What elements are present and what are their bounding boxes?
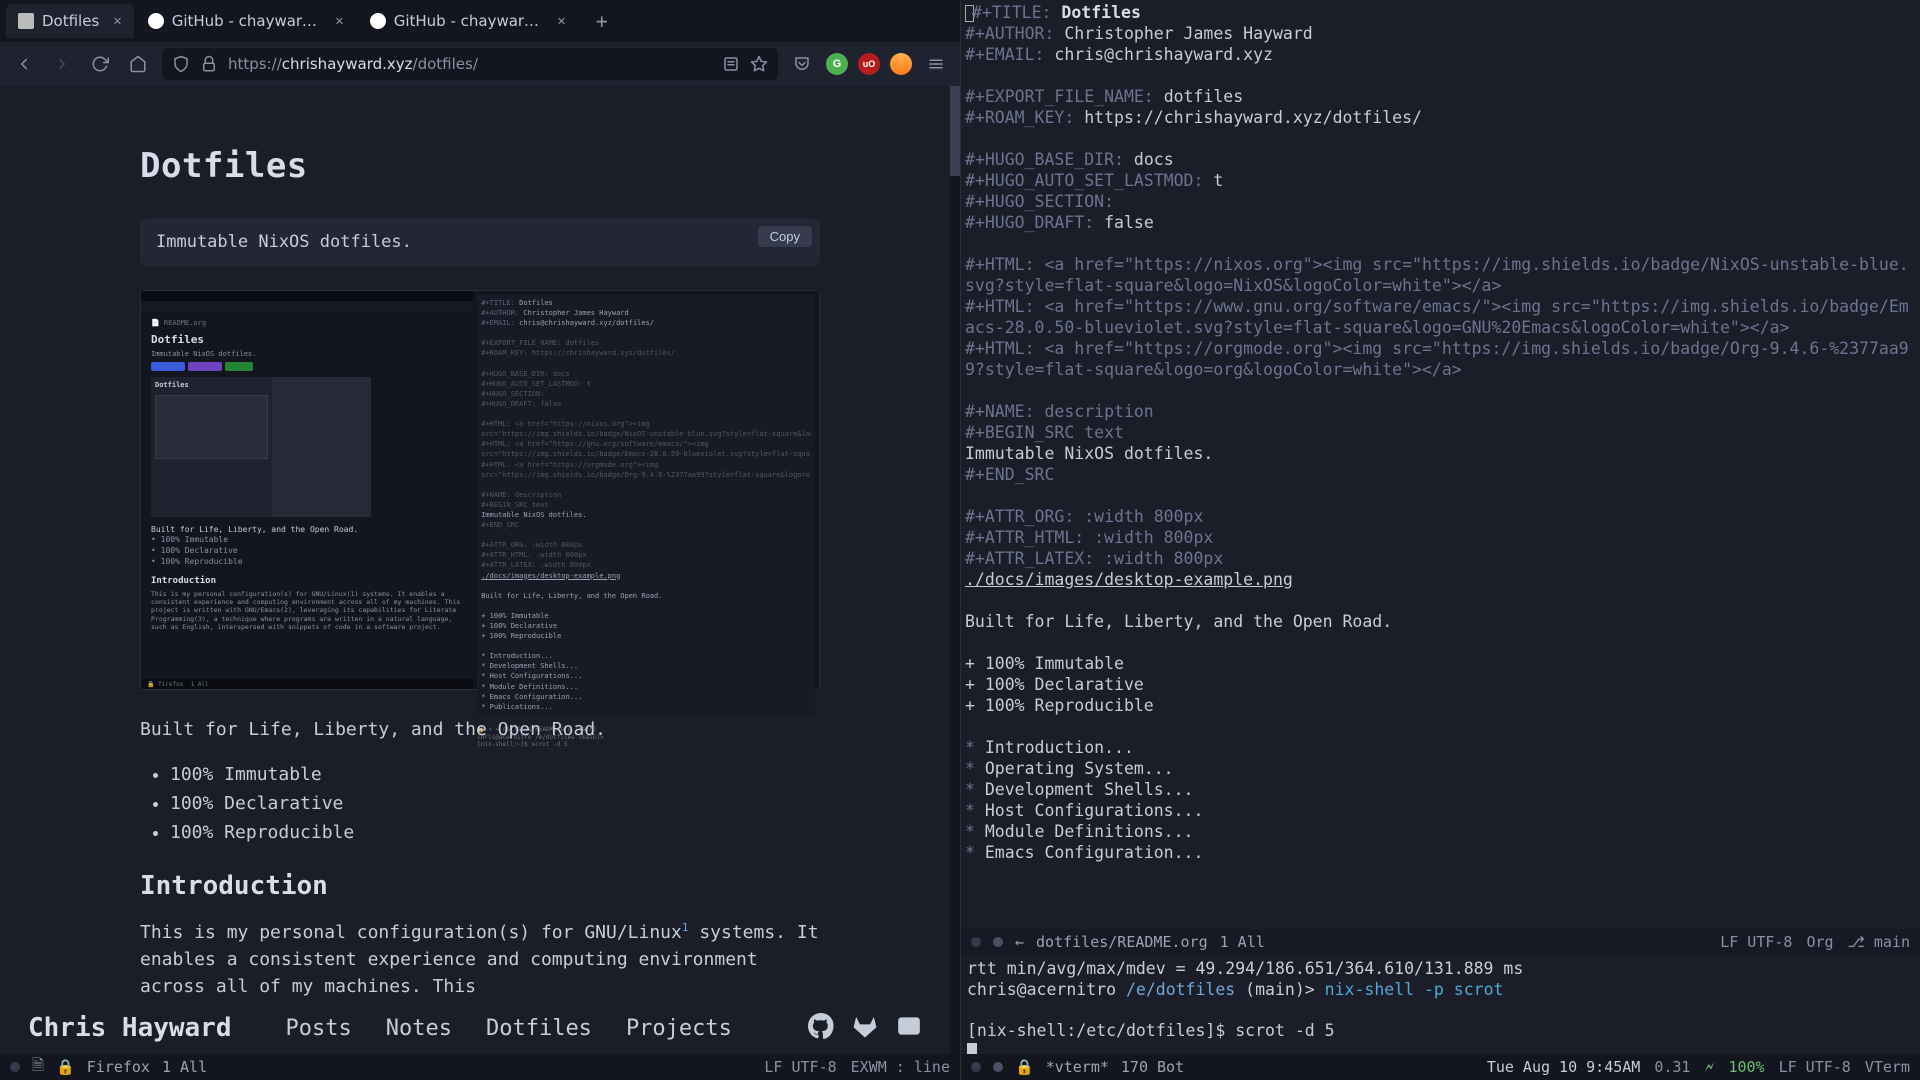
github-favicon-icon [370, 13, 386, 29]
buffer-name: Firefox [87, 1058, 150, 1076]
site-nav: Chris Hayward Posts Notes Dotfiles Proje… [0, 1002, 950, 1054]
tab-title: Dotfiles [42, 12, 99, 30]
major-mode: EXWM : line [851, 1058, 950, 1076]
hero-screenshot: 📄 README.org Dotfiles Immutable NixOS do… [140, 290, 820, 690]
scrollbar-thumb[interactable] [950, 86, 960, 176]
major-mode: Org [1806, 933, 1833, 951]
github-favicon-icon [148, 13, 164, 29]
section-heading: Introduction [140, 871, 820, 901]
org-modeline: ← dotfiles/README.org 1 All LF UTF-8 Org… [961, 929, 1920, 954]
pocket-icon[interactable] [788, 50, 816, 78]
url-text: https://chrishayward.xyz/dotfiles/ [228, 55, 478, 73]
left-modeline: 🗎 🔒 Firefox 1 All LF UTF-8 EXWM : line [0, 1054, 960, 1080]
code-text: Immutable NixOS dotfiles. [156, 232, 412, 252]
back-arrow-icon: ← [1015, 933, 1024, 951]
page-title: Dotfiles [140, 146, 820, 186]
browser-toolbar: https://chrishayward.xyz/dotfiles/ G uO [0, 42, 960, 86]
nav-posts[interactable]: Posts [286, 1016, 352, 1041]
modeline-dot-icon [971, 1062, 981, 1072]
scrollbar[interactable] [950, 86, 960, 1054]
forward-icon[interactable] [48, 50, 76, 78]
file-icon: 🗎 [32, 1055, 44, 1080]
nav-projects[interactable]: Projects [626, 1016, 732, 1041]
git-branch: ⎇ main [1848, 933, 1910, 951]
list-item: 100% Immutable [170, 761, 820, 790]
vterm-line: rtt min/avg/max/mdev = 49.294/186.651/36… [967, 958, 1914, 979]
bookmark-icon[interactable] [750, 55, 768, 73]
url-bar[interactable]: https://chrishayward.xyz/dotfiles/ [162, 48, 778, 80]
encoding: LF UTF-8 [764, 1058, 836, 1076]
major-mode: VTerm [1865, 1058, 1910, 1076]
encoding: LF UTF-8 [1779, 1058, 1851, 1076]
buffer-position: 1 All [1220, 933, 1265, 951]
clock: Tue Aug 10 9:45AM [1487, 1058, 1641, 1076]
modeline-dot-icon [10, 1062, 20, 1072]
close-tab-icon[interactable]: ✕ [113, 13, 121, 29]
nav-notes[interactable]: Notes [386, 1016, 452, 1041]
intro-paragraph: This is my personal configuration(s) for… [140, 919, 820, 1000]
page-content: Dotfiles Immutable NixOS dotfiles. Copy … [0, 86, 960, 1054]
reader-icon[interactable] [722, 55, 740, 73]
reload-icon[interactable] [86, 50, 114, 78]
gitlab-icon[interactable] [852, 1013, 878, 1043]
browser-tab-active[interactable]: Dotfiles ✕ [6, 4, 134, 38]
encoding: LF UTF-8 [1720, 933, 1792, 951]
load-avg: 0.31 [1654, 1058, 1690, 1076]
vterm-buffer[interactable]: rtt min/avg/max/mdev = 49.294/186.651/36… [961, 954, 1920, 1054]
modeline-dot-icon [971, 937, 981, 947]
nav-dotfiles[interactable]: Dotfiles [486, 1016, 592, 1041]
lock-icon: 🔒 [1015, 1058, 1034, 1076]
browser-tab[interactable]: GitHub - chayward1/dotf ✕ [358, 4, 578, 38]
extension-icon[interactable] [890, 53, 912, 75]
org-buffer[interactable]: #+TITLE: Dotfiles#+AUTHOR: Christopher J… [961, 0, 1920, 929]
battery-pct: 100% [1728, 1058, 1764, 1076]
new-tab-button[interactable]: + [588, 7, 616, 35]
lock-icon: 🔒 [56, 1058, 75, 1076]
mail-icon[interactable] [896, 1013, 922, 1043]
buffer-position: 170 Bot [1121, 1058, 1184, 1076]
vterm-prompt-line: chris@acernitro /e/dotfiles (main)> nix-… [967, 979, 1914, 1000]
close-tab-icon[interactable]: ✕ [557, 13, 565, 29]
list-item: 100% Reproducible [170, 819, 820, 848]
battery-icon: 🗲 [1704, 1058, 1714, 1076]
feature-list: 100% Immutable 100% Declarative 100% Rep… [140, 761, 820, 847]
github-icon[interactable] [808, 1013, 834, 1043]
extension-ublock-icon[interactable]: uO [858, 53, 880, 75]
shield-icon [172, 55, 190, 73]
buffer-name: *vterm* [1046, 1058, 1109, 1076]
tab-title: GitHub - chayward1/dotf [172, 12, 322, 30]
menu-icon[interactable] [922, 50, 950, 78]
modeline-dot-icon [993, 1062, 1003, 1072]
home-icon[interactable] [124, 50, 152, 78]
vterm-modeline: 🔒 *vterm* 170 Bot Tue Aug 10 9:45AM 0.31… [961, 1054, 1920, 1080]
favicon-icon [18, 13, 34, 29]
left-pane-firefox: Dotfiles ✕ GitHub - chayward1/dotf ✕ Git… [0, 0, 960, 1080]
right-pane-emacs: #+TITLE: Dotfiles#+AUTHOR: Christopher J… [960, 0, 1920, 1080]
browser-tab-strip: Dotfiles ✕ GitHub - chayward1/dotf ✕ Git… [0, 0, 960, 42]
modeline-dot-icon [993, 937, 1003, 947]
tab-title: GitHub - chayward1/dotf [394, 12, 544, 30]
site-brand[interactable]: Chris Hayward [28, 1013, 232, 1043]
list-item: 100% Declarative [170, 790, 820, 819]
close-tab-icon[interactable]: ✕ [335, 13, 343, 29]
back-icon[interactable] [10, 50, 38, 78]
vterm-shell-line: [nix-shell:/etc/dotfiles]$ scrot -d 5 [967, 1020, 1914, 1041]
lock-icon [200, 55, 218, 73]
code-block: Immutable NixOS dotfiles. Copy [140, 218, 820, 266]
copy-button[interactable]: Copy [758, 226, 812, 247]
buffer-file: dotfiles/README.org [1036, 933, 1208, 951]
buffer-position: 1 All [162, 1058, 207, 1076]
extension-grammarly-icon[interactable]: G [826, 53, 848, 75]
browser-tab[interactable]: GitHub - chayward1/dotf ✕ [136, 4, 356, 38]
